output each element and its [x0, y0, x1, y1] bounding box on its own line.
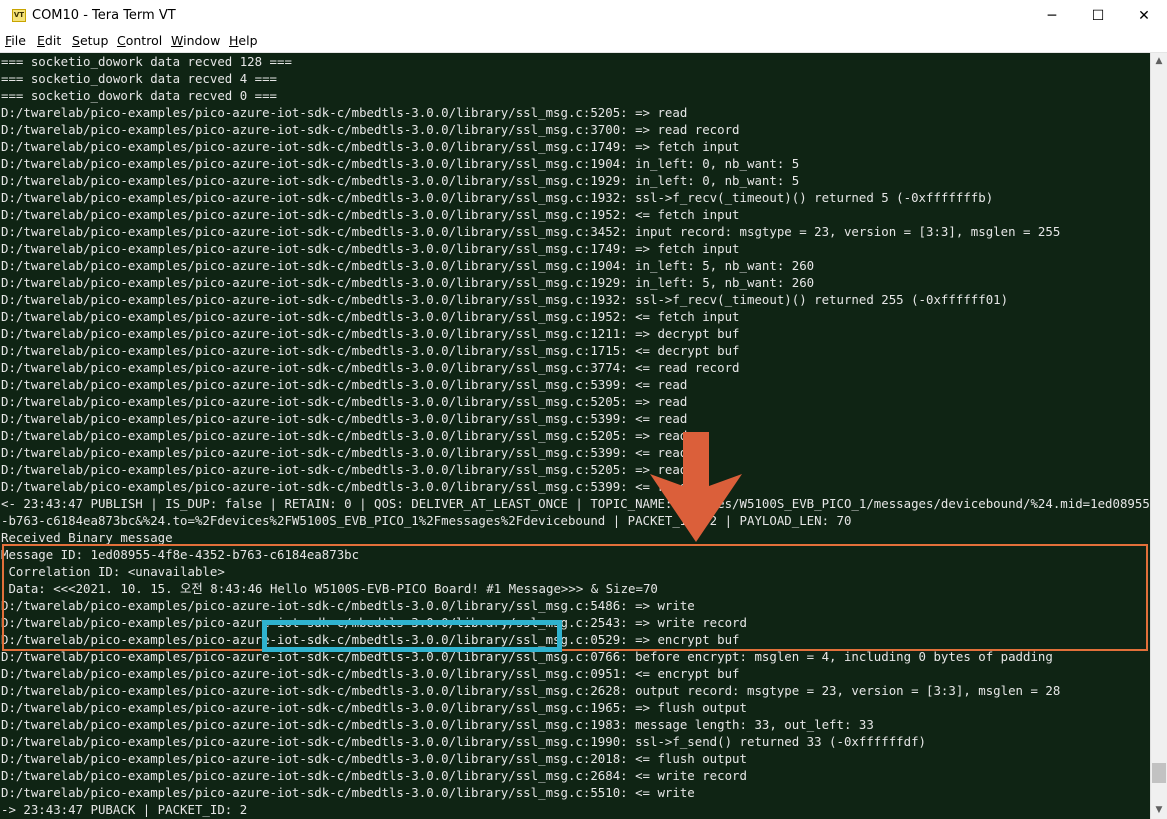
down-arrow-shape [650, 432, 742, 542]
menu-help-label: elp [238, 33, 258, 48]
terminal-line: D:/twarelab/pico-examples/pico-azure-iot… [1, 224, 1061, 239]
menu-window[interactable]: Window [171, 33, 220, 48]
window-title: COM10 - Tera Term VT [32, 8, 176, 23]
terminal-line: D:/twarelab/pico-examples/pico-azure-iot… [1, 360, 740, 375]
terminal-line: D:/twarelab/pico-examples/pico-azure-iot… [1, 479, 688, 494]
terminal-line: D:/twarelab/pico-examples/pico-azure-iot… [1, 377, 688, 392]
terminal-line: D:/twarelab/pico-examples/pico-azure-iot… [1, 666, 740, 681]
terminal-line: D:/twarelab/pico-examples/pico-azure-iot… [1, 105, 688, 120]
terminal-line: D:/twarelab/pico-examples/pico-azure-iot… [1, 343, 740, 358]
terminal-line: D:/twarelab/pico-examples/pico-azure-iot… [1, 428, 688, 443]
menu-window-label: indow [183, 33, 221, 48]
menu-help-accel: H [229, 33, 239, 48]
menu-control[interactable]: Control [117, 33, 162, 48]
menu-control-accel: C [117, 33, 126, 48]
terminal-line: === socketio_dowork data recved 0 === [1, 88, 278, 103]
terminal-line: D:/twarelab/pico-examples/pico-azure-iot… [1, 292, 1009, 307]
terminal-line: D:/twarelab/pico-examples/pico-azure-iot… [1, 309, 740, 324]
close-button[interactable]: ✕ [1121, 0, 1167, 32]
terminal-line: D:/twarelab/pico-examples/pico-azure-iot… [1, 768, 747, 783]
teraterm-app-icon: VT [12, 9, 26, 22]
menu-help[interactable]: Help [229, 33, 258, 48]
menu-file[interactable]: File [5, 33, 26, 48]
terminal-line: === socketio_dowork data recved 4 === [1, 71, 278, 86]
terminal-line: -> 23:43:47 PUBACK | PACKET_ID: 2 [1, 802, 248, 817]
terminal-output[interactable]: -> 23:43:47 PUBACK | PACKET_ID: 2 D:/twar… [0, 53, 1150, 819]
down-arrow-icon [650, 432, 742, 542]
menu-setup-label: etup [79, 33, 109, 48]
maximize-button[interactable]: ☐ [1075, 0, 1121, 32]
terminal-line: D:/twarelab/pico-examples/pico-azure-iot… [1, 241, 740, 256]
terminal-line: D:/twarelab/pico-examples/pico-azure-iot… [1, 122, 740, 137]
terminal-line: D:/twarelab/pico-examples/pico-azure-iot… [1, 445, 688, 460]
terminal-line: D:/twarelab/pico-examples/pico-azure-iot… [1, 139, 740, 154]
terminal-line: D:/twarelab/pico-examples/pico-azure-iot… [1, 734, 927, 749]
terminal-line: <- 23:43:47 PUBLISH | IS_DUP: false | RE… [1, 496, 1150, 511]
terminal-line: D:/twarelab/pico-examples/pico-azure-iot… [1, 207, 740, 222]
terminal-line: D:/twarelab/pico-examples/pico-azure-iot… [1, 326, 740, 341]
publish-message-highlight [2, 544, 1148, 651]
terminal-line: D:/twarelab/pico-examples/pico-azure-iot… [1, 173, 800, 188]
menu-edit-label: dit [44, 33, 62, 48]
terminal-line: D:/twarelab/pico-examples/pico-azure-iot… [1, 411, 688, 426]
terminal-line: D:/twarelab/pico-examples/pico-azure-iot… [1, 462, 688, 477]
terminal-line: D:/twarelab/pico-examples/pico-azure-iot… [1, 190, 994, 205]
terminal-line: D:/twarelab/pico-examples/pico-azure-iot… [1, 683, 1061, 698]
menu-control-label: ontrol [125, 33, 163, 48]
vertical-scrollbar[interactable]: ▲ ▼ [1150, 53, 1167, 819]
scroll-thumb[interactable] [1152, 763, 1166, 783]
menu-window-accel: W [171, 33, 184, 48]
terminal-line: === socketio_dowork data recved 128 === [1, 54, 292, 69]
scroll-down-icon[interactable]: ▼ [1151, 802, 1167, 819]
terminal-line: D:/twarelab/pico-examples/pico-azure-iot… [1, 156, 800, 171]
terminal-line: D:/twarelab/pico-examples/pico-azure-iot… [1, 275, 815, 290]
menu-setup-accel: S [72, 33, 80, 48]
terminal-line: D:/twarelab/pico-examples/pico-azure-iot… [1, 785, 695, 800]
menu-edit[interactable]: Edit [37, 33, 61, 48]
menu-setup[interactable]: Setup [72, 33, 108, 48]
menu-file-label: ile [11, 33, 26, 48]
terminal-line: D:/twarelab/pico-examples/pico-azure-iot… [1, 717, 874, 732]
menu-edit-accel: E [37, 33, 45, 48]
message-payload-highlight [262, 620, 562, 652]
scroll-up-icon[interactable]: ▲ [1151, 53, 1167, 70]
menu-bar: File Edit Setup Control Window Help [0, 32, 1167, 53]
minimize-button[interactable]: ─ [1029, 0, 1075, 32]
title-bar: VT COM10 - Tera Term VT ─ ☐ ✕ [0, 0, 1167, 32]
terminal-line: D:/twarelab/pico-examples/pico-azure-iot… [1, 394, 688, 409]
terminal-line: D:/twarelab/pico-examples/pico-azure-iot… [1, 258, 815, 273]
terminal-line: D:/twarelab/pico-examples/pico-azure-iot… [1, 700, 747, 715]
terminal-line: D:/twarelab/pico-examples/pico-azure-iot… [1, 751, 747, 766]
